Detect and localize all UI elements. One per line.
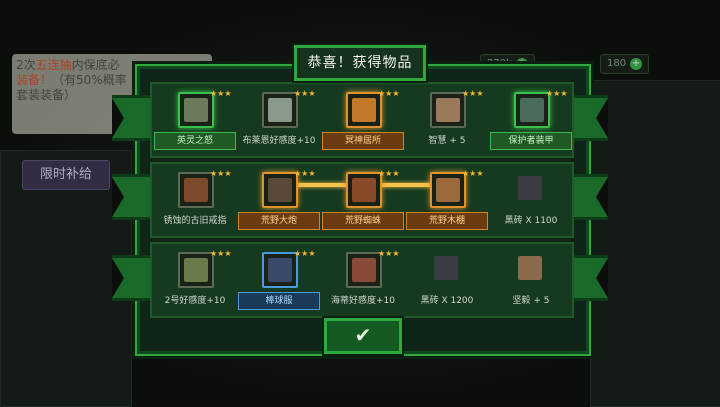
rarity-stars-icon: ★★★ <box>462 89 484 98</box>
rarity-stars-icon: ★★★ <box>378 169 400 178</box>
rarity-stars-icon: ★★★ <box>210 249 232 258</box>
background-structure <box>590 80 720 407</box>
shed-icon <box>436 178 460 202</box>
reward-item[interactable]: ★★★ 2号好感度+10 <box>152 248 236 320</box>
reward-item-label: 锈蚀的古旧戒指 <box>163 216 227 226</box>
reward-item-label: 荒野木棚 <box>406 212 488 230</box>
reward-item-label: 智慧 + 5 <box>428 136 466 146</box>
reward-item-label: 布莱恩好感度+10 <box>242 136 316 146</box>
reward-item-label: 2号好感度+10 <box>164 296 226 306</box>
black-brick-icon <box>518 176 542 200</box>
dinosaur-portrait-icon <box>184 258 208 282</box>
item-slot <box>178 92 214 128</box>
reward-item[interactable]: ★★★ 冥神居所 <box>320 88 404 160</box>
item-slot <box>178 252 214 288</box>
reward-item-label: 英灵之怒 <box>154 132 236 150</box>
modal-title: 恭喜！获得物品 <box>294 45 426 81</box>
reward-item[interactable]: 黑砖 X 1100 <box>488 168 572 240</box>
rarity-stars-icon: ★★★ <box>462 169 484 178</box>
reward-item[interactable]: 黑砖 X 1200 <box>404 248 488 320</box>
item-slot <box>514 252 546 284</box>
cannon-icon <box>268 178 292 202</box>
rarity-stars-icon: ★★★ <box>378 249 400 258</box>
item-slot <box>262 92 298 128</box>
confirm-button[interactable]: ✔ <box>324 318 402 354</box>
item-slot <box>346 92 382 128</box>
reward-item-label: 保护者装甲 <box>490 132 572 150</box>
reward-item-label: 海蒂好感度+10 <box>331 296 395 306</box>
item-slot <box>262 252 298 288</box>
black-brick-icon <box>434 256 458 280</box>
item-slot <box>514 92 550 128</box>
reward-item[interactable]: ★★★ 棒球服 <box>236 248 320 320</box>
reward-item[interactable]: ★★★ 保护者装甲 <box>488 88 572 160</box>
pyramid-icon <box>352 98 376 122</box>
rarity-stars-icon: ★★★ <box>546 89 568 98</box>
ring-icon <box>184 178 208 202</box>
jersey-icon <box>268 258 292 282</box>
rarity-stars-icon: ★★★ <box>294 169 316 178</box>
reward-item[interactable]: ★★★ 布莱恩好感度+10 <box>236 88 320 160</box>
reward-item[interactable]: 坚毅 + 5 <box>488 248 572 320</box>
reward-item-label: 荒野蜘蛛 <box>322 212 404 230</box>
armor-icon <box>520 98 544 122</box>
currency-counter: 180 + <box>600 54 650 74</box>
brain-icon <box>436 98 460 122</box>
girl-portrait-icon <box>352 258 376 282</box>
rarity-stars-icon: ★★★ <box>210 169 232 178</box>
rarity-stars-icon: ★★★ <box>210 89 232 98</box>
reward-item[interactable]: ★★★ 海蒂好感度+10 <box>320 248 404 320</box>
reward-item-label: 荒野大炮 <box>238 212 320 230</box>
checkmark-icon: ✔ <box>354 323 372 347</box>
reward-item[interactable]: ★★★ 锈蚀的古旧戒指 <box>152 168 236 240</box>
reward-item-label: 棒球服 <box>238 292 320 310</box>
plus-icon[interactable]: + <box>630 58 643 70</box>
item-slot <box>430 92 466 128</box>
reward-item[interactable]: ★★★ 荒野大炮 <box>236 168 320 240</box>
rarity-stars-icon: ★★★ <box>294 89 316 98</box>
reward-item-label: 黑砖 X 1100 <box>504 216 558 226</box>
reward-item-label: 坚毅 + 5 <box>512 296 550 306</box>
reward-item[interactable]: ★★★ 智慧 + 5 <box>404 88 488 160</box>
spider-icon <box>352 178 376 202</box>
reward-item[interactable]: ★★★ 荒野蜘蛛 <box>320 168 404 240</box>
shield-heart-icon <box>518 256 542 280</box>
item-slot <box>262 172 298 208</box>
item-slot <box>346 252 382 288</box>
item-slot <box>430 172 466 208</box>
reward-item-label: 黑砖 X 1200 <box>420 296 474 306</box>
axe-icon <box>184 98 208 122</box>
reward-item[interactable]: ★★★ 荒野木棚 <box>404 168 488 240</box>
rarity-stars-icon: ★★★ <box>378 89 400 98</box>
item-slot <box>346 172 382 208</box>
item-slot <box>178 172 214 208</box>
reward-item-label: 冥神居所 <box>322 132 404 150</box>
character-portrait-icon <box>268 98 292 122</box>
item-slot <box>514 172 546 204</box>
reward-item[interactable]: ★★★ 英灵之怒 <box>152 88 236 160</box>
limited-supply-tab[interactable]: 限时补给 <box>22 160 110 190</box>
item-slot <box>430 252 462 284</box>
rarity-stars-icon: ★★★ <box>294 249 316 258</box>
